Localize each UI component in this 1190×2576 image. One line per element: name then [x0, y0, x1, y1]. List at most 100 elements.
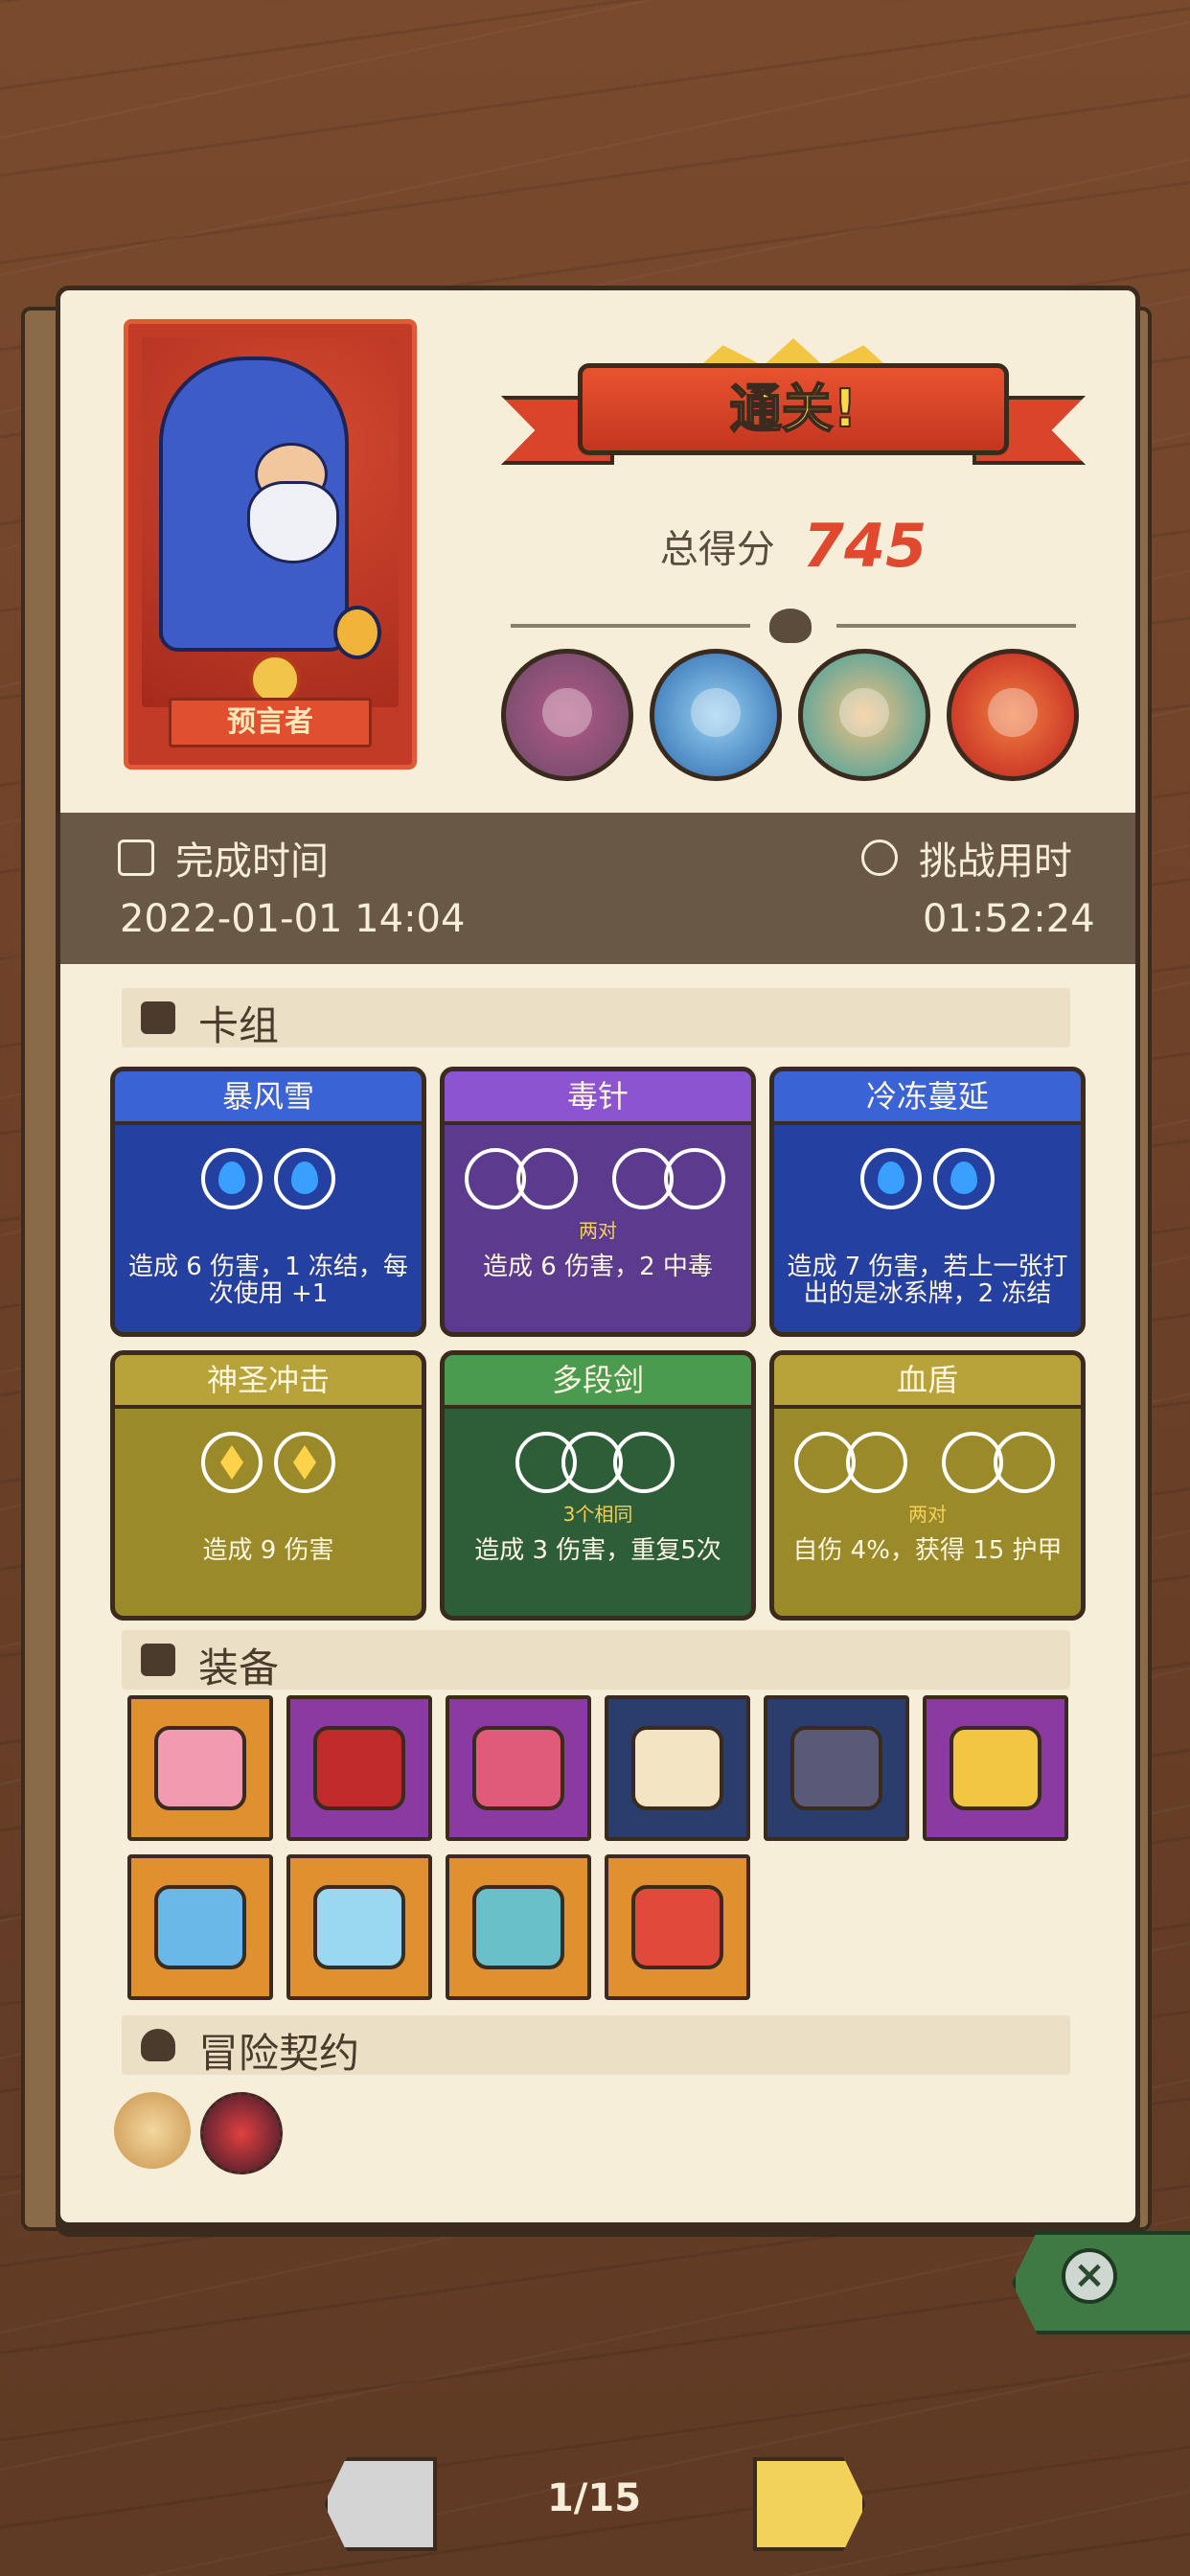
equipment-slot[interactable]	[605, 1695, 750, 1841]
deck-header: 卡组	[122, 988, 1070, 1049]
boss-list	[501, 649, 1095, 793]
dark-crystal-icon	[790, 1726, 882, 1810]
card-0[interactable]: 暴风雪造成 6 伤害，1 冻结，每次使用 +1	[110, 1067, 426, 1337]
card-dice-slots	[445, 1148, 751, 1225]
deck-title: 卡组	[198, 1002, 280, 1049]
hero-portrait: 预言者	[124, 319, 417, 770]
card-title: 暴风雪	[115, 1071, 422, 1125]
card-description: 造成 6 伤害，2 中毒	[483, 1253, 713, 1281]
dice-slot	[613, 1432, 675, 1493]
ghost-slime-icon	[313, 1885, 405, 1969]
dice-slot	[664, 1148, 725, 1209]
boss-sea-serpent-icon[interactable]	[798, 649, 930, 781]
stats-bar: 完成时间 2022-01-01 14:04 挑战用时 01:52:24	[60, 813, 1135, 964]
equipment-slot[interactable]	[446, 1854, 591, 2000]
card-description: 造成 3 伤害，重复5次	[474, 1536, 721, 1565]
result-panel: 预言者 通关! 总得分 745 完成时间 2022-01-01 14:04 挑战…	[56, 286, 1140, 2227]
card-3[interactable]: 神圣冲击造成 9 伤害	[110, 1350, 426, 1621]
challenge-time-label: 挑战用时	[919, 840, 1072, 884]
card-title: 血盾	[774, 1355, 1081, 1409]
calendar-icon	[118, 840, 154, 876]
amulet-icon	[333, 606, 381, 659]
equipment-slot[interactable]	[127, 1854, 273, 2000]
card-title: 冷冻蔓延	[774, 1071, 1081, 1125]
close-icon[interactable]: ×	[1062, 2248, 1117, 2304]
stopwatch-icon	[861, 840, 898, 876]
boss-demon-lord-icon[interactable]	[947, 649, 1079, 781]
card-2[interactable]: 冷冻蔓延造成 7 伤害，若上一张打出的是冰系牌，2 冻结	[769, 1067, 1086, 1337]
card-dice-slots	[115, 1432, 422, 1508]
hero-name: 预言者	[169, 698, 372, 748]
red-bowl-icon	[313, 1726, 405, 1810]
card-requirement: 两对	[579, 1219, 617, 1242]
dice-slot	[516, 1148, 578, 1209]
equipment-slot[interactable]	[127, 1695, 273, 1841]
equipment-slot[interactable]	[764, 1695, 909, 1841]
heart-box-icon	[154, 1726, 246, 1810]
person-icon	[141, 2029, 175, 2061]
diamond-icon	[201, 1432, 263, 1493]
scroll-icon	[631, 1726, 723, 1810]
equipment-slot[interactable]	[446, 1695, 591, 1841]
divider-line-right	[836, 624, 1076, 628]
card-dice-slots	[115, 1148, 422, 1225]
water-drop-icon	[933, 1148, 995, 1209]
completion-time-value: 2022-01-01 14:04	[120, 897, 466, 941]
blue-vase-icon	[472, 1885, 564, 1969]
score-row: 总得分 745	[501, 511, 1086, 581]
parchment-scroll-icon[interactable]	[114, 2092, 191, 2169]
previous-page-button[interactable]	[324, 2457, 437, 2551]
card-title: 神圣冲击	[115, 1355, 422, 1409]
dice-slot	[846, 1432, 907, 1493]
card-requirement: 两对	[908, 1503, 947, 1526]
victory-banner: 通关!	[501, 338, 1086, 482]
ice-shield-icon	[154, 1885, 246, 1969]
card-dice-slots	[445, 1432, 751, 1508]
card-description: 造成 7 伤害，若上一张打出的是冰系牌，2 冻结	[787, 1253, 1068, 1308]
boss-ruins-icon[interactable]	[501, 649, 633, 781]
crescent-moon-icon	[950, 1726, 1041, 1810]
card-requirement: 3个相同	[562, 1503, 633, 1526]
wizard-beard-icon	[247, 481, 339, 564]
cube-icon	[141, 1644, 175, 1676]
card-title: 毒针	[445, 1071, 751, 1125]
card-4[interactable]: 多段剑 3个相同造成 3 伤害，重复5次	[440, 1350, 756, 1621]
boss-divider	[482, 607, 1105, 645]
cards-icon	[141, 1001, 175, 1034]
card-dice-slots	[774, 1432, 1081, 1508]
skull-icon	[769, 609, 812, 643]
diamond-icon	[274, 1432, 335, 1493]
spotted-egg-icon	[472, 1726, 564, 1810]
card-1[interactable]: 毒针两对造成 6 伤害，2 中毒	[440, 1067, 756, 1337]
patchwork-cloth-icon	[631, 1885, 723, 1969]
completion-time-label: 完成时间	[175, 840, 329, 884]
equipment-title: 装备	[198, 1644, 280, 1691]
card-description: 自伤 4%，获得 15 护甲	[792, 1536, 1063, 1565]
score-value: 745	[802, 511, 927, 581]
demon-seal-icon[interactable]	[200, 2092, 283, 2174]
divider-line-left	[511, 624, 750, 628]
equipment-header: 装备	[122, 1630, 1070, 1691]
contract-header: 冒险契约	[122, 2015, 1070, 2077]
equipment-slot[interactable]	[605, 1854, 750, 2000]
score-label: 总得分	[659, 527, 775, 572]
page-indicator: 1/15	[546, 2476, 642, 2520]
equipment-slot[interactable]	[923, 1695, 1068, 1841]
water-drop-icon	[201, 1148, 263, 1209]
hero-art	[142, 337, 399, 707]
water-drop-icon	[274, 1148, 335, 1209]
card-5[interactable]: 血盾两对自伤 4%，获得 15 护甲	[769, 1350, 1086, 1621]
card-description: 造成 9 伤害	[202, 1536, 334, 1565]
banner-title: 通关!	[729, 378, 858, 440]
boss-ice-king-icon[interactable]	[650, 649, 782, 781]
equipment-slot[interactable]	[286, 1854, 432, 2000]
next-page-button[interactable]	[753, 2457, 866, 2551]
challenge-time-value: 01:52:24	[923, 897, 1095, 941]
equipment-slot[interactable]	[286, 1695, 432, 1841]
card-dice-slots	[774, 1148, 1081, 1225]
water-drop-icon	[860, 1148, 922, 1209]
card-description: 造成 6 伤害，1 冻结，每次使用 +1	[128, 1253, 408, 1308]
card-title: 多段剑	[445, 1355, 751, 1409]
dice-slot	[994, 1432, 1055, 1493]
contract-title: 冒险契约	[198, 2030, 360, 2077]
